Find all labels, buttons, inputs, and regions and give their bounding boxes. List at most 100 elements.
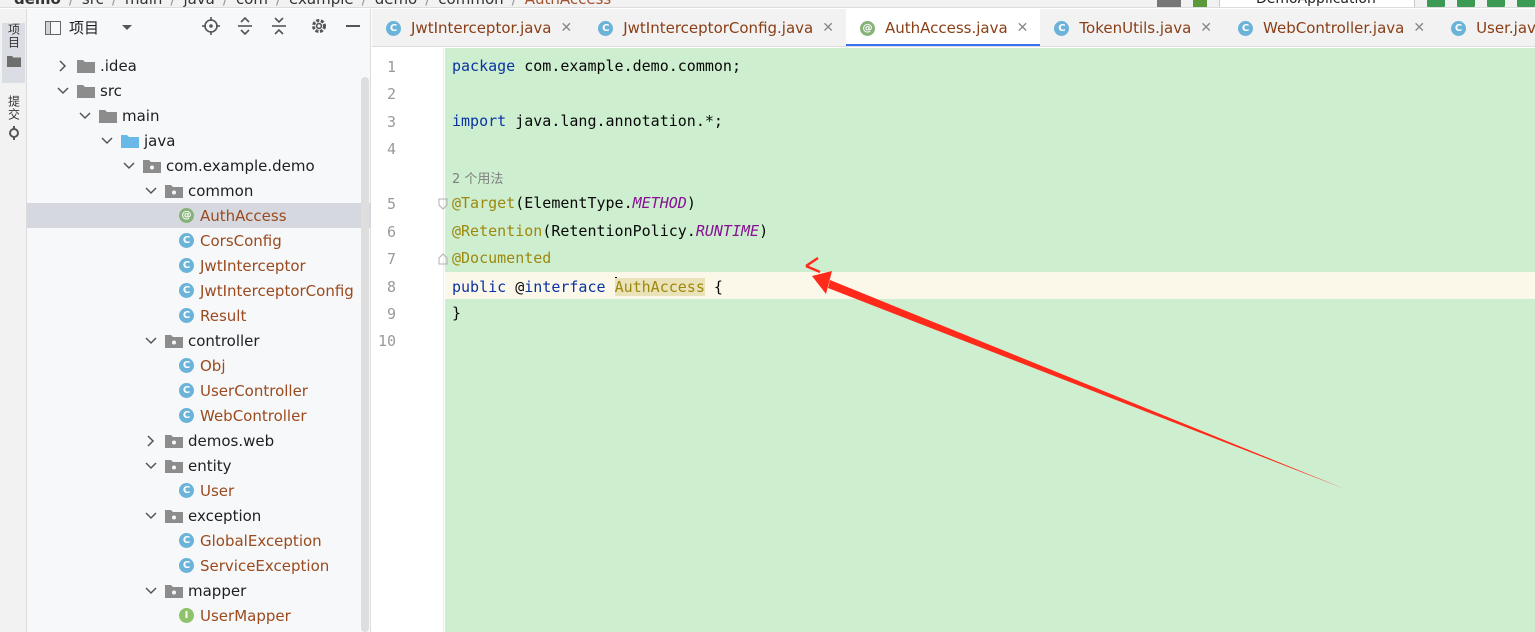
- code-editor[interactable]: 1 2 3 4 5 6 7 8 9 10 package com.example…: [372, 48, 1535, 632]
- tree-row[interactable]: I UserMapper: [27, 603, 371, 628]
- run-with-coverage-icon[interactable]: [1487, 0, 1505, 7]
- chevron-down-icon[interactable]: [55, 83, 71, 99]
- fold-marker-icon[interactable]: [438, 198, 448, 210]
- line-number: 7: [386, 250, 396, 268]
- folder-icon: [77, 59, 95, 73]
- locate-file-icon[interactable]: [201, 16, 221, 36]
- commit-tool-button[interactable]: 提交: [2, 95, 25, 155]
- project-tree-scrollbar[interactable]: [361, 77, 369, 632]
- tree-row[interactable]: src: [27, 78, 371, 103]
- tree-row[interactable]: exception: [27, 503, 371, 528]
- tree-row[interactable]: C CorsConfig: [27, 228, 371, 253]
- chevron-down-icon[interactable]: [143, 183, 159, 199]
- line-number: 10: [377, 332, 396, 350]
- tree-row[interactable]: @ AuthAccess: [27, 203, 371, 228]
- close-tab-icon[interactable]: ✕: [1413, 20, 1425, 36]
- tree-row[interactable]: C WebController: [27, 403, 371, 428]
- tree-row[interactable]: C Obj: [27, 353, 371, 378]
- breadcrumb-item[interactable]: AuthAccess: [525, 0, 612, 7]
- project-panel: 项目 .idea src main java com.example.demo commo…: [27, 9, 371, 632]
- editor-tab-label: JwtInterceptor.java: [411, 19, 552, 37]
- chevron-down-icon[interactable]: [121, 158, 137, 174]
- chevron-down-icon: [122, 24, 133, 30]
- collapse-all-icon[interactable]: [269, 16, 289, 36]
- breadcrumb-item[interactable]: main: [125, 0, 162, 7]
- tree-row[interactable]: demos.web: [27, 428, 371, 453]
- tree-row-label: User: [200, 481, 235, 500]
- line-number: 1: [386, 58, 396, 76]
- tree-row[interactable]: controller: [27, 328, 371, 353]
- run-configuration-select[interactable]: DemoApplication: [1219, 0, 1415, 7]
- chevron-down-icon[interactable]: [143, 583, 159, 599]
- run-icon[interactable]: [1427, 0, 1445, 7]
- project-view-selector[interactable]: 项目: [45, 17, 133, 38]
- class-icon: C: [179, 383, 194, 398]
- tree-row[interactable]: C JwtInterceptorConfig: [27, 278, 371, 303]
- tree-row[interactable]: C JwtInterceptor: [27, 253, 371, 278]
- breadcrumb-item[interactable]: common: [438, 0, 503, 7]
- package-icon: [143, 159, 161, 173]
- editor-tab[interactable]: @ AuthAccess.java ✕: [845, 9, 1041, 46]
- close-tab-icon[interactable]: ✕: [822, 20, 834, 36]
- tree-row[interactable]: C ServiceException: [27, 553, 371, 578]
- close-tab-icon[interactable]: ✕: [1017, 20, 1029, 36]
- class-icon: C: [179, 358, 194, 373]
- editor-tab[interactable]: C JwtInterceptor.java ✕: [372, 9, 584, 46]
- tree-row-label: .idea: [100, 56, 137, 75]
- tree-row[interactable]: com.example.demo: [27, 153, 371, 178]
- tree-row[interactable]: .idea: [27, 53, 371, 78]
- user-icon[interactable]: [1157, 0, 1181, 7]
- chevron-down-icon[interactable]: [99, 133, 115, 149]
- tree-row-label: JwtInterceptorConfig: [200, 281, 354, 300]
- close-tab-icon[interactable]: ✕: [1200, 20, 1212, 36]
- line-number: 6: [386, 223, 396, 241]
- tree-row[interactable]: C UserController: [27, 378, 371, 403]
- tree-row[interactable]: common: [27, 178, 371, 203]
- chevron-down-icon[interactable]: [77, 108, 93, 124]
- project-tool-button[interactable]: 项目: [2, 23, 25, 83]
- commit-icon: [8, 126, 19, 140]
- debug-icon[interactable]: [1457, 0, 1475, 7]
- interface-icon: I: [179, 608, 194, 623]
- tree-row[interactable]: java: [27, 128, 371, 153]
- tree-row-label: CorsConfig: [200, 231, 282, 250]
- tree-row[interactable]: main: [27, 103, 371, 128]
- editor-tab[interactable]: C User.java: [1437, 9, 1535, 46]
- code-line: @Documented: [452, 249, 552, 267]
- tree-row[interactable]: entity: [27, 453, 371, 478]
- tree-row[interactable]: C Result: [27, 303, 371, 328]
- breadcrumb-item[interactable]: src: [82, 0, 104, 7]
- editor-tab[interactable]: C TokenUtils.java ✕: [1040, 9, 1224, 46]
- tree-row[interactable]: mapper: [27, 578, 371, 603]
- tool-window-strip: 项目 提交: [0, 9, 27, 632]
- close-tab-icon[interactable]: ✕: [561, 20, 573, 36]
- hide-panel-icon[interactable]: [343, 16, 363, 36]
- chevron-right-icon[interactable]: [55, 58, 71, 74]
- fold-marker-icon[interactable]: [438, 253, 448, 265]
- breadcrumb-item[interactable]: example: [289, 0, 354, 7]
- gear-icon[interactable]: [309, 16, 329, 36]
- chevron-down-icon[interactable]: [143, 333, 159, 349]
- class-icon: C: [386, 20, 401, 36]
- tree-row-label: GlobalException: [200, 531, 322, 550]
- build-hammer-icon[interactable]: [1193, 0, 1207, 7]
- breadcrumb-item[interactable]: demo: [14, 0, 61, 7]
- tree-row[interactable]: C User: [27, 478, 371, 503]
- editor-tab-label: JwtInterceptorConfig.java: [623, 19, 814, 37]
- editor-tab[interactable]: C JwtInterceptorConfig.java ✕: [584, 9, 846, 46]
- chevron-down-icon[interactable]: [143, 508, 159, 524]
- profiler-icon[interactable]: [1517, 0, 1535, 7]
- code-line: @Retention(RetentionPolicy.RUNTIME): [452, 222, 769, 240]
- breadcrumb-item[interactable]: com: [236, 0, 268, 7]
- usages-inlay-hint[interactable]: 2 个用法: [452, 168, 503, 187]
- editor-tabs: C JwtInterceptor.java ✕ C JwtInterceptorConf…: [372, 9, 1535, 47]
- breadcrumb-item[interactable]: java: [183, 0, 214, 7]
- line-number: 3: [386, 113, 396, 131]
- breadcrumb-item[interactable]: demo: [375, 0, 418, 7]
- tree-row[interactable]: C GlobalException: [27, 528, 371, 553]
- code-line: }: [452, 304, 462, 322]
- chevron-right-icon[interactable]: [143, 433, 159, 449]
- expand-all-icon[interactable]: [235, 16, 255, 36]
- chevron-down-icon[interactable]: [143, 458, 159, 474]
- editor-tab[interactable]: C WebController.java ✕: [1224, 9, 1437, 46]
